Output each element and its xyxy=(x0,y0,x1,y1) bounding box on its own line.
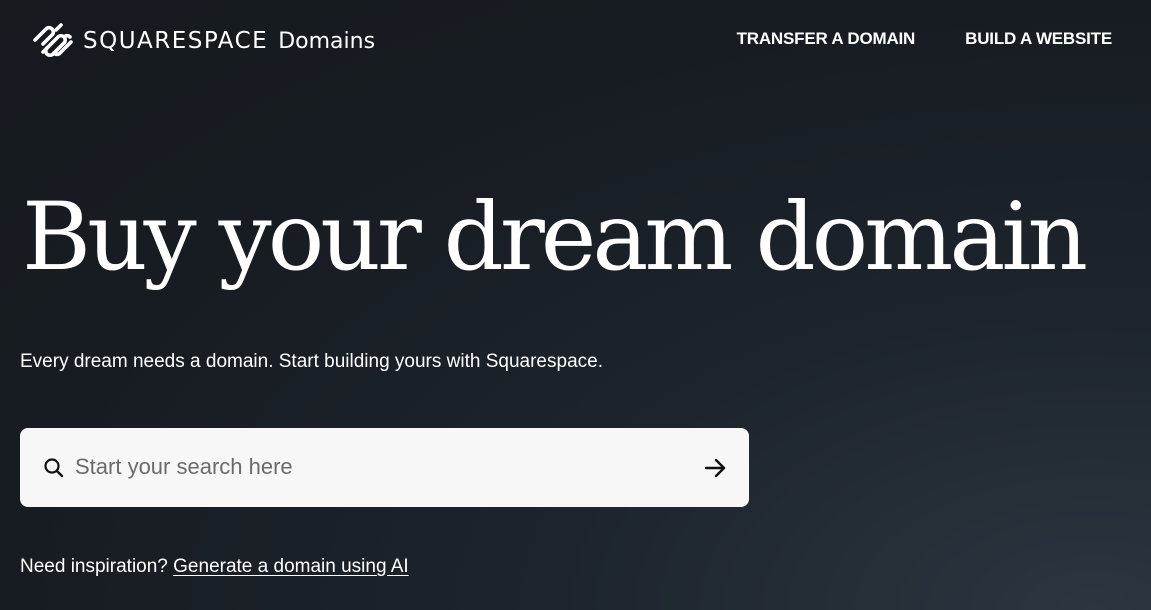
hero-title: Buy your dream domain xyxy=(22,183,1088,292)
inspiration-prompt: Need inspiration? xyxy=(20,556,168,577)
search-icon xyxy=(44,458,64,478)
arrow-right-icon xyxy=(704,458,726,478)
generate-domain-ai-link[interactable]: Generate a domain using AI xyxy=(173,556,409,577)
logo-link[interactable]: SQUARESPACE Domains xyxy=(31,22,375,60)
top-nav: TRANSFER A DOMAIN BUILD A WEBSITE xyxy=(687,29,1113,49)
squarespace-logo-icon xyxy=(33,23,73,58)
search-submit-button[interactable] xyxy=(699,452,731,484)
nav-build-website-link[interactable]: BUILD A WEBSITE xyxy=(965,29,1112,49)
domain-search-box xyxy=(20,428,749,507)
hero-subtitle: Every dream needs a domain. Start buildi… xyxy=(20,351,603,372)
logo-product-name: Domains xyxy=(278,28,376,54)
site-header: SQUARESPACE Domains TRANSFER A DOMAIN BU… xyxy=(0,0,1151,82)
domain-search-input[interactable] xyxy=(75,446,675,488)
nav-transfer-domain-link[interactable]: TRANSFER A DOMAIN xyxy=(737,29,916,49)
inspiration-text: Need inspiration? Generate a domain usin… xyxy=(20,556,409,578)
logo-wordmark: SQUARESPACE xyxy=(83,28,269,54)
